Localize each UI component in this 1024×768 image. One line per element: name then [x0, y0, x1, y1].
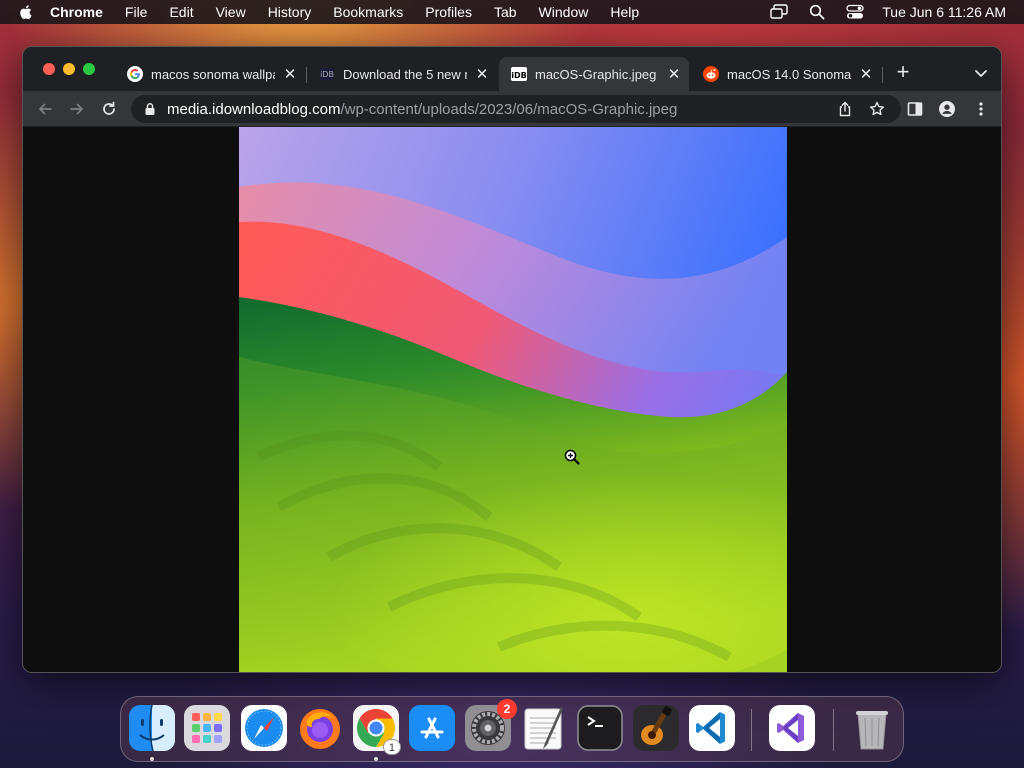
svg-text:iDB: iDB — [511, 71, 526, 80]
site-icon: iDB — [319, 66, 335, 82]
svg-text:iDB: iDB — [320, 70, 334, 79]
zoom-in-cursor-icon — [564, 449, 580, 465]
finder-icon[interactable] — [129, 704, 175, 752]
share-icon[interactable] — [837, 101, 853, 117]
chrome-window: macos sonoma wallpa ✕ iDB Download the 5… — [22, 46, 1002, 673]
app-store-icon[interactable] — [409, 705, 455, 751]
tab-title: Download the 5 new m — [343, 66, 467, 82]
system-settings-icon[interactable]: 2 — [465, 699, 517, 751]
notification-badge: 2 — [497, 699, 517, 719]
close-icon[interactable]: ✕ — [665, 65, 683, 83]
menu-view[interactable]: View — [216, 4, 246, 20]
bookmark-star-icon[interactable] — [869, 101, 885, 117]
menu-window[interactable]: Window — [539, 4, 589, 20]
forward-button[interactable] — [67, 99, 87, 119]
close-icon[interactable]: ✕ — [857, 65, 875, 83]
tab-title: macOS-Graphic.jpeg ( — [535, 66, 659, 82]
control-center-icon[interactable] — [846, 3, 864, 21]
arrow-right-icon — [70, 103, 83, 115]
menubar-clock[interactable]: Tue Jun 6 11:26 AM — [882, 4, 1006, 20]
dock-separator — [833, 709, 834, 751]
new-tab-button[interactable]: + — [893, 61, 913, 83]
back-button[interactable] — [35, 99, 55, 119]
page-viewport — [23, 127, 1001, 672]
tab-reddit-sonoma[interactable]: macOS 14.0 Sonoma W ✕ — [691, 57, 881, 91]
chrome-icon[interactable]: 1 — [353, 705, 401, 755]
arrow-left-icon — [39, 103, 52, 115]
zoom-window-button[interactable] — [83, 63, 95, 75]
reload-icon — [103, 101, 115, 115]
trash-icon[interactable] — [849, 705, 895, 751]
menubar-status-area: Tue Jun 6 11:26 AM — [750, 0, 1006, 24]
chevron-down-icon[interactable] — [973, 65, 989, 81]
menu-history[interactable]: History — [268, 4, 312, 20]
tab-google-search[interactable]: macos sonoma wallpa ✕ — [115, 57, 305, 91]
menu-bookmarks[interactable]: Bookmarks — [333, 4, 403, 20]
textedit-icon[interactable] — [521, 705, 567, 751]
idb-icon: iDB — [511, 66, 527, 82]
profile-avatar-icon[interactable] — [939, 101, 955, 117]
visual-studio-icon[interactable] — [769, 705, 815, 751]
menu-profiles[interactable]: Profiles — [425, 4, 472, 20]
tab-title: macos sonoma wallpa — [151, 66, 275, 82]
menu-file[interactable]: File — [125, 4, 148, 20]
sonoma-wallpaper-art — [239, 127, 787, 672]
window-controls — [43, 63, 103, 75]
reddit-icon — [703, 66, 719, 82]
launchpad-icon[interactable] — [184, 705, 230, 751]
tab-macos-graphic-jpeg[interactable]: iDB macOS-Graphic.jpeg ( ✕ — [499, 57, 689, 91]
reload-button[interactable] — [99, 99, 119, 119]
terminal-icon[interactable] — [577, 705, 623, 751]
menu-bar: Chrome File Edit View History Bookmarks … — [0, 0, 1024, 24]
more-menu-icon[interactable] — [973, 101, 989, 117]
menu-help[interactable]: Help — [610, 4, 639, 20]
spotlight-search-icon[interactable] — [808, 3, 826, 21]
vscode-icon[interactable] — [689, 705, 735, 751]
safari-icon[interactable] — [241, 705, 287, 751]
screen-mirroring-icon[interactable] — [770, 3, 788, 21]
browser-toolbar: media.idownloadblog.com/wp-content/uploa… — [23, 91, 1001, 127]
tab-divider — [882, 67, 883, 83]
close-window-button[interactable] — [43, 63, 55, 75]
tab-strip: macos sonoma wallpa ✕ iDB Download the 5… — [23, 47, 1001, 91]
running-indicator — [150, 757, 154, 761]
firefox-icon[interactable] — [297, 705, 343, 751]
url-path: /wp-content/uploads/2023/06/macOS-Graphi… — [340, 100, 678, 118]
close-icon[interactable]: ✕ — [281, 65, 299, 83]
dock-separator — [751, 709, 752, 751]
lock-icon[interactable] — [143, 102, 157, 116]
tab-title: macOS 14.0 Sonoma W — [727, 66, 851, 82]
close-icon[interactable]: ✕ — [473, 65, 491, 83]
side-panel-icon[interactable] — [907, 101, 923, 117]
garageband-icon[interactable] — [633, 705, 679, 751]
dock: 1 2 — [120, 696, 904, 762]
menu-tab[interactable]: Tab — [494, 4, 517, 20]
chrome-badge: 1 — [382, 739, 401, 755]
tab-download-article[interactable]: iDB Download the 5 new m ✕ — [307, 57, 497, 91]
running-indicator — [374, 757, 378, 761]
apple-menu-icon[interactable] — [16, 2, 36, 22]
wallpaper-image[interactable] — [239, 127, 787, 672]
menu-edit[interactable]: Edit — [169, 4, 193, 20]
url-host: media.idownloadblog.com — [167, 100, 341, 118]
address-bar[interactable]: media.idownloadblog.com/wp-content/uploa… — [131, 95, 901, 123]
app-menu-chrome[interactable]: Chrome — [50, 4, 103, 20]
minimize-window-button[interactable] — [63, 63, 75, 75]
google-icon — [127, 66, 143, 82]
